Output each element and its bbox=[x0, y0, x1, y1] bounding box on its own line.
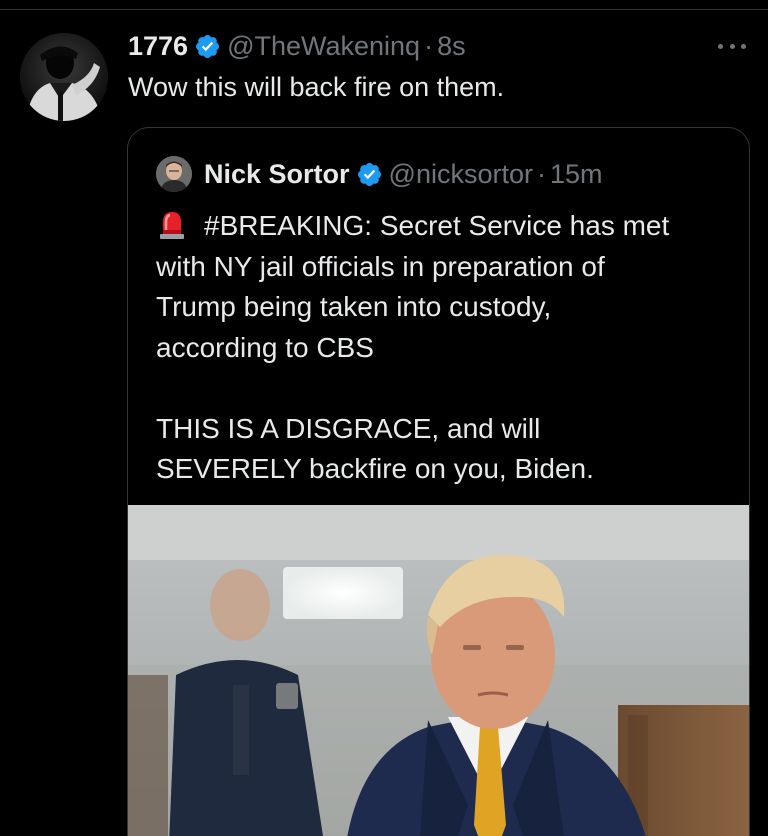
silhouette-avatar-icon bbox=[20, 33, 108, 121]
more-options-icon bbox=[718, 43, 723, 49]
police-siren-icon bbox=[156, 208, 188, 240]
quoted-author-avatar[interactable] bbox=[156, 156, 192, 192]
quoted-text-line-3: Trump being taken into custody, bbox=[156, 291, 552, 322]
quoted-tweet-card[interactable]: Nick Sortor @nicksortor · 15m #BREAKING:… bbox=[127, 127, 750, 836]
separator-dot: · bbox=[537, 158, 546, 189]
more-options-button[interactable] bbox=[714, 34, 750, 58]
quoted-tweet-text: #BREAKING: Secret Service has met with N… bbox=[156, 206, 736, 490]
quoted-line: #BREAKING: Secret Service has met bbox=[156, 206, 736, 247]
quoted-author-handle[interactable]: @nicksortor bbox=[389, 159, 533, 190]
separator-dot: · bbox=[424, 30, 434, 61]
quoted-tweet-header: Nick Sortor @nicksortor · 15m bbox=[156, 156, 603, 192]
quoted-text-line-4: according to CBS bbox=[156, 331, 374, 363]
author-avatar[interactable] bbox=[20, 33, 108, 121]
tweet-page: 1776 @TheWakeninq · 8s Wow this will bac… bbox=[0, 0, 768, 836]
quoted-tweet-photo[interactable] bbox=[128, 505, 749, 836]
quoted-text-line-6: SEVERELY backfire on you, Biden. bbox=[156, 453, 594, 484]
tweet-text: Wow this will back fire on them. bbox=[128, 72, 505, 102]
quoted-author-name[interactable]: Nick Sortor bbox=[204, 159, 350, 190]
quoted-text-line-1: #BREAKING: Secret Service has met bbox=[204, 210, 670, 241]
quoted-timestamp[interactable]: 15m bbox=[550, 159, 603, 190]
timestamp[interactable]: 8s bbox=[437, 31, 466, 62]
author-handle[interactable]: @TheWakeninq bbox=[227, 31, 420, 62]
top-divider bbox=[0, 0, 768, 10]
more-dot bbox=[741, 43, 746, 49]
more-dot bbox=[729, 43, 735, 49]
verified-badge-icon bbox=[194, 33, 221, 60]
tweet-header: 1776 @TheWakeninq · 8s bbox=[128, 29, 466, 63]
quoted-text-line-5: THIS IS A DISGRACE, and will bbox=[156, 412, 541, 444]
quoted-text-line-2: with NY jail officials in preparation of bbox=[156, 250, 605, 282]
verified-badge-icon bbox=[356, 161, 383, 188]
author-name[interactable]: 1776 bbox=[128, 31, 188, 62]
